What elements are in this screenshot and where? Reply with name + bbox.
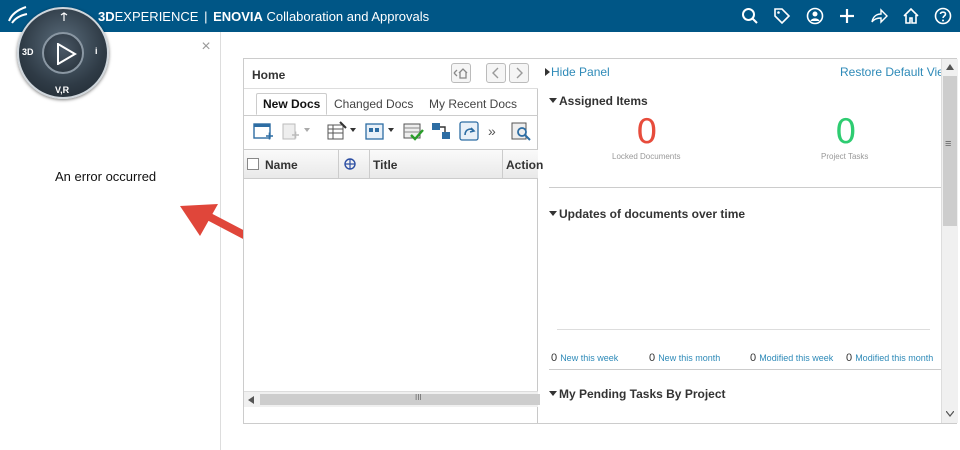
home-bar: Home [244,59,538,89]
tab-new-docs[interactable]: New Docs [256,93,328,115]
vertical-scroll-thumb[interactable]: ≡ [943,76,957,226]
horizontal-scroll-thumb[interactable]: III [260,393,540,405]
horizontal-scrollbar[interactable]: III [244,391,540,407]
dashboard-pane: Hide Panel Restore Default View Assigned… [539,59,956,423]
chevron-down-icon[interactable] [304,128,310,132]
paste-icon[interactable] [280,120,302,142]
column-action[interactable]: Action [506,158,543,172]
refresh-icon[interactable] [458,120,480,142]
edit-table-icon[interactable] [326,120,348,142]
view-icon[interactable] [364,120,386,142]
app-brand: 3DEXPERIENCE | ENOVIA Collaboration and … [98,9,429,24]
docs-pane: Home New Docs Changed Docs My Recent Doc… [244,59,543,423]
tab-my-recent-docs[interactable]: My Recent Docs [429,97,517,111]
locked-documents-count[interactable]: 0 [636,112,658,152]
toolbar-more[interactable]: » [488,123,496,139]
add-icon[interactable] [837,6,857,26]
column-name[interactable]: Name [265,158,298,172]
stat-new-month[interactable]: 0 New this month [649,352,720,364]
column-title[interactable]: Title [373,158,397,172]
error-message: An error occurred [55,169,157,184]
section-divider [549,369,944,370]
tag-icon[interactable] [772,6,792,26]
back-button[interactable] [486,63,506,83]
brand-3d: 3D [98,9,115,24]
column-separator [502,150,503,178]
home-nav-button[interactable] [451,63,471,83]
chevron-right-icon [516,67,523,79]
project-tasks-label: Project Tasks [821,152,869,161]
doc-toolbar: » [244,118,538,146]
chart-baseline [557,329,930,330]
vertical-scrollbar[interactable]: ≡ [941,59,958,423]
compass-top-icon[interactable] [59,12,69,22]
grid-header: Name Title Action [244,149,543,179]
brand-experience: EXPERIENCE [114,9,199,24]
section-divider [549,187,944,188]
compass-widget[interactable]: 3D i V,R [17,7,109,99]
scroll-up-icon[interactable] [946,64,954,70]
hide-panel-arrow-icon[interactable] [545,68,550,76]
assigned-items-title[interactable]: Assigned Items [549,94,648,108]
play-button[interactable] [42,32,84,74]
top-bar: 3DEXPERIENCE | ENOVIA Collaboration and … [0,0,960,32]
search-icon[interactable] [740,6,760,26]
tab-changed-docs[interactable]: Changed Docs [334,97,413,111]
scroll-down-icon[interactable] [946,411,954,417]
chevron-down-icon[interactable] [350,128,356,132]
hide-panel-link[interactable]: Hide Panel [551,65,610,79]
share-icon[interactable] [869,6,889,26]
locked-documents-label: Locked Documents [612,152,681,161]
new-document-icon[interactable] [252,120,274,142]
forward-button[interactable] [509,63,529,83]
app-title: Collaboration and Approvals [266,9,430,24]
select-all-checkbox[interactable] [247,158,259,170]
scroll-grip: III [415,393,422,402]
user-icon[interactable] [805,6,825,26]
stat-modified-week[interactable]: 0 Modified this week [750,352,833,364]
approve-icon[interactable] [402,120,424,142]
home-back-icon [453,68,468,79]
brand-separator: | [204,9,208,24]
scroll-left-icon[interactable] [248,396,254,404]
help-icon[interactable] [933,6,953,26]
chevron-down-icon[interactable] [388,128,394,132]
pending-tasks-title[interactable]: My Pending Tasks By Project [549,387,726,401]
compass-vr-label[interactable]: V,R [55,85,69,95]
column-separator [338,150,339,178]
doc-tabs: New Docs Changed Docs My Recent Docs [244,93,538,116]
project-tasks-count[interactable]: 0 [835,112,857,152]
update-stats: 0 New this week 0 New this month 0 Modif… [551,352,943,368]
home-icon[interactable] [901,6,921,26]
move-icon[interactable] [430,120,452,142]
updates-title[interactable]: Updates of documents over time [548,207,745,221]
compass-i-label[interactable]: i [95,46,98,56]
close-icon[interactable]: × [199,39,213,55]
search-document-icon[interactable] [510,120,532,142]
restore-default-view-link[interactable]: Restore Default View [840,65,953,79]
stat-new-week[interactable]: 0 New this week [551,352,618,364]
compass-3d-label[interactable]: 3D [22,47,34,57]
home-title: Home [252,68,286,82]
lock-status-icon[interactable] [344,158,356,170]
column-separator [369,150,370,178]
brand-app: ENOVIA [213,9,263,24]
chevron-left-icon [492,67,499,79]
play-icon [57,43,77,65]
collaboration-widget: Home New Docs Changed Docs My Recent Doc… [243,58,958,424]
stat-modified-month[interactable]: 0 Modified this month [846,352,933,364]
scroll-grip: ≡ [945,138,952,150]
